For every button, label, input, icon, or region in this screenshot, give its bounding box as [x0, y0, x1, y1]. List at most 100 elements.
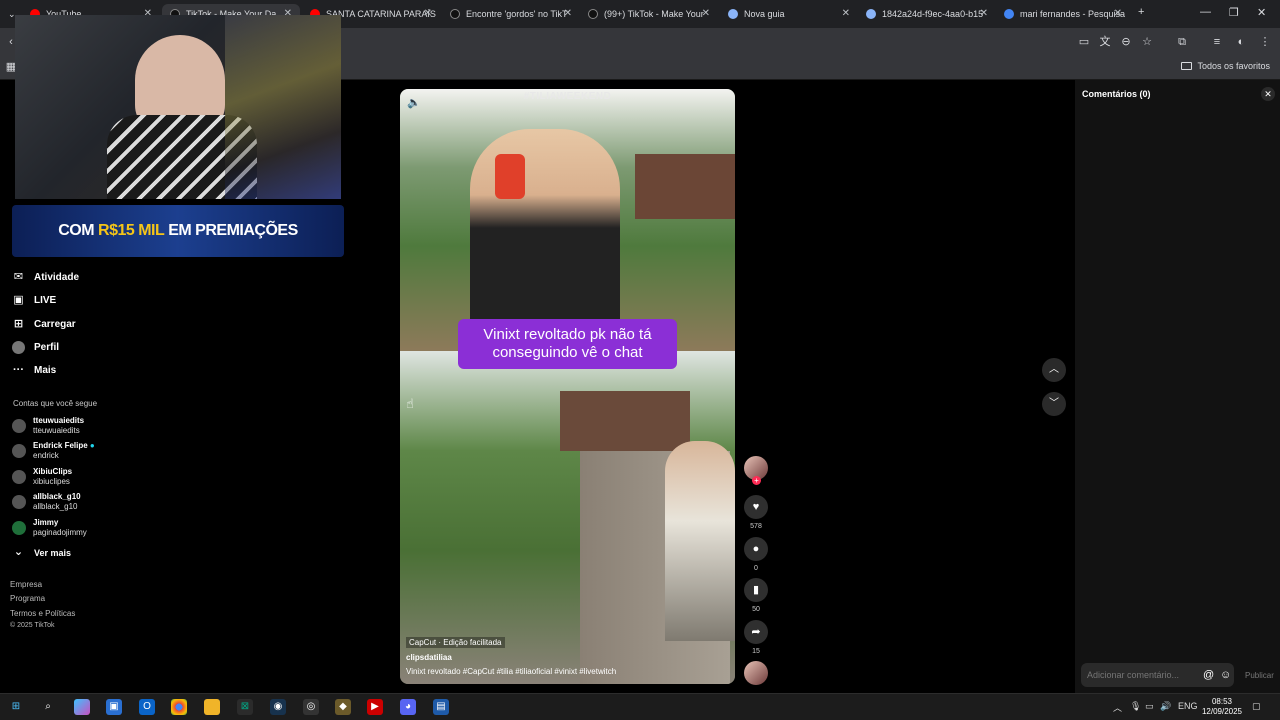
see-more-button[interactable]: ⌄ Ver mais	[12, 546, 71, 559]
following-account[interactable]: allblack_g10 allblack_g10	[12, 492, 81, 512]
sidebar-item-atividade[interactable]: ✉ Atividade	[12, 271, 79, 284]
music-disc-avatar[interactable]	[744, 661, 768, 685]
translate-icon[interactable]: 文	[1098, 35, 1112, 49]
close-tab-icon[interactable]: ✕	[702, 8, 710, 19]
chrome-icon	[728, 9, 738, 19]
more-icon: ···	[13, 364, 24, 376]
all-bookmarks-button[interactable]: Todos os favoritos	[1181, 61, 1270, 71]
close-tab-icon[interactable]: ✕	[1114, 8, 1122, 19]
sidebar-item-carregar[interactable]: ⊞ Carregar	[12, 318, 76, 331]
background-setup	[225, 15, 341, 199]
avatar	[12, 495, 26, 509]
video-frame-top	[400, 89, 735, 351]
search-icon[interactable]: ⌕	[40, 699, 56, 715]
previous-video-button[interactable]: ︿	[1042, 358, 1066, 382]
bookmark-star-icon[interactable]: ☆	[1140, 35, 1154, 49]
mention-icon[interactable]: @	[1203, 669, 1214, 681]
tab-uuid[interactable]: 1842a24d-f9ec-4aa0-b15 ✕	[858, 4, 996, 24]
next-video-button[interactable]: ﹀	[1042, 392, 1066, 416]
file-explorer-icon[interactable]	[204, 699, 220, 715]
following-account[interactable]: XibiuClips xibiuclipes	[12, 467, 72, 487]
save-button[interactable]: ▮ 50	[744, 578, 768, 613]
close-tab-icon[interactable]: ✕	[424, 8, 432, 19]
profile-avatar-icon[interactable]: ◐	[1234, 35, 1248, 49]
sidebar-item-perfil[interactable]: Perfil	[12, 341, 59, 354]
verified-badge-icon: ●	[89, 441, 95, 450]
app-icon[interactable]: ◆	[335, 699, 351, 715]
live-icon: ▣	[13, 294, 24, 306]
person-figure	[470, 129, 620, 349]
volume-tray-icon[interactable]: 🔊	[1160, 701, 1171, 712]
footer-link-termos[interactable]: Termos e Políticas	[10, 609, 75, 618]
comment-icon: ●	[744, 537, 768, 561]
tab-google-search[interactable]: mari fernandes - Pesquisa ✕	[996, 4, 1130, 24]
avatar	[12, 419, 26, 433]
chrome-icon[interactable]	[171, 699, 187, 715]
discord-icon[interactable]: ◕	[400, 699, 416, 715]
video-author[interactable]: clipsdatiliaa	[406, 653, 452, 662]
video-description[interactable]: Vinixt revoltado #CapCut #tilia #tiliaof…	[406, 667, 616, 676]
footer-link-programa[interactable]: Programa	[10, 594, 45, 603]
restore-icon[interactable]: ❐	[1229, 6, 1239, 19]
tray-overflow-icon[interactable]: ︿	[1113, 701, 1122, 714]
footer-link-empresa[interactable]: Empresa	[10, 580, 42, 589]
zoom-icon[interactable]: ⊖	[1119, 35, 1133, 49]
tab-tiktok-notifications[interactable]: (99+) TikTok - Make Your ✕	[580, 4, 718, 24]
comments-title: Comentários (0)	[1082, 89, 1151, 99]
extensions-icon[interactable]: ⧉	[1175, 35, 1189, 49]
following-account[interactable]: Jimmy paginadojimmy	[12, 518, 87, 538]
like-button[interactable]: ♥ 578	[744, 495, 768, 530]
new-tab-button[interactable]: +	[1138, 6, 1144, 18]
steam-icon[interactable]: ◉	[270, 699, 286, 715]
publish-button[interactable]: Publicar	[1245, 671, 1274, 680]
xbox-icon[interactable]: ⊠	[237, 699, 253, 715]
emoji-icon[interactable]: ☺	[1220, 669, 1231, 681]
tiktok-icon	[588, 9, 598, 19]
close-icon[interactable]: ✕	[1261, 87, 1275, 101]
windows-taskbar: ⊞ ⌕ ▣ O ⊠ ◉ ◎ ◆ ▶ ◕ ▤ ︿ 🎙 ▭ 🔊 ENG 08:53 …	[0, 693, 1280, 720]
store-icon[interactable]: ▣	[106, 699, 122, 715]
microphone-icon[interactable]: 🎙	[1130, 701, 1141, 712]
calculator-icon[interactable]: ▤	[433, 699, 449, 715]
sidebar-item-mais[interactable]: ··· Mais	[12, 364, 56, 377]
video-player[interactable]: #TILIAWEEKEND 🔈 Vinixt revoltado pk não …	[400, 89, 735, 684]
close-tab-icon[interactable]: ✕	[842, 8, 850, 19]
inbox-icon: ✉	[13, 271, 24, 283]
windows-start-icon[interactable]: ⊞	[8, 699, 24, 715]
menu-kebab-icon[interactable]: ⋮	[1258, 35, 1272, 49]
close-tab-icon[interactable]: ✕	[564, 8, 572, 19]
folder-icon	[1181, 62, 1193, 70]
comment-button[interactable]: ● 0	[744, 537, 768, 572]
follow-plus-icon[interactable]: +	[752, 476, 761, 485]
following-account[interactable]: Endrick Felipe ● endrick	[12, 441, 95, 461]
video-hashtag-top: #TILIAWEEKEND	[523, 91, 612, 102]
upload-icon: ⊞	[13, 318, 24, 330]
language-indicator[interactable]: ENG	[1178, 701, 1198, 711]
following-account[interactable]: tteuwuaiedits tteuwuaiedits	[12, 416, 84, 436]
copilot-icon[interactable]	[74, 699, 90, 715]
prize-banner: COM R$15 MIL EM PREMIAÇÕES	[12, 205, 344, 257]
cast-icon[interactable]: ▭	[1077, 35, 1091, 49]
bookmark-icon: ▮	[744, 578, 768, 602]
obs-icon[interactable]: ◎	[303, 699, 319, 715]
outlook-icon[interactable]: O	[139, 699, 155, 715]
minimize-icon[interactable]: —	[1200, 6, 1211, 18]
close-window-icon[interactable]: ✕	[1257, 6, 1266, 19]
sidebar-item-live[interactable]: ▣ LIVE	[12, 294, 56, 307]
notifications-icon[interactable]: ▢	[1252, 701, 1261, 712]
volume-icon[interactable]: 🔈	[407, 96, 421, 109]
media-icon[interactable]: ≡	[1210, 35, 1224, 49]
capcut-label[interactable]: CapCut · Edição facilitada	[406, 637, 505, 648]
network-icon[interactable]: ▭	[1145, 701, 1154, 712]
globe-icon	[866, 9, 876, 19]
share-button[interactable]: ➦ 15	[744, 620, 768, 655]
clock[interactable]: 08:53 12/09/2025	[1202, 697, 1242, 717]
google-icon	[1004, 9, 1014, 19]
copyright: © 2025 TikTok	[10, 622, 55, 629]
following-section-title: Contas que você segue	[13, 399, 98, 408]
tab-encontre-gordos[interactable]: Encontre 'gordos' no TikT ✕	[442, 4, 580, 24]
tab-nova-guia[interactable]: Nova guia ✕	[720, 4, 858, 24]
youtube-music-icon[interactable]: ▶	[367, 699, 383, 715]
person-figure	[665, 441, 735, 641]
close-tab-icon[interactable]: ✕	[980, 8, 988, 19]
